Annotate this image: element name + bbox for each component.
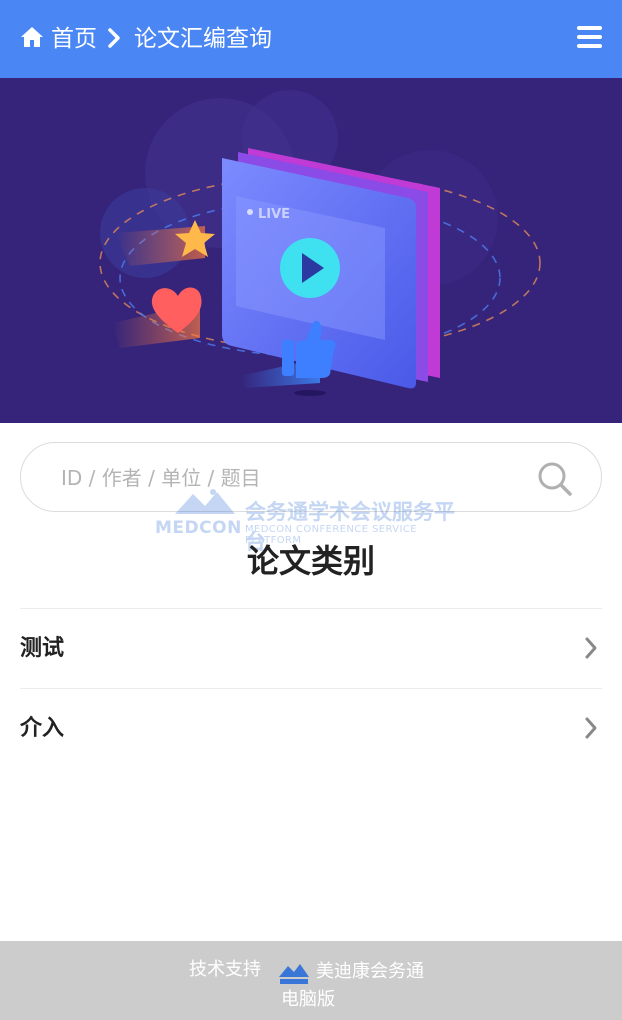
- category-list: 测试 介入: [20, 608, 602, 768]
- live-badge: LIVE: [258, 207, 290, 222]
- footer-support-label: 技术支持: [189, 959, 261, 980]
- category-item[interactable]: 介入: [20, 688, 602, 768]
- desktop-version-link[interactable]: 电脑版: [281, 987, 335, 1013]
- top-nav-bar: 首页 论文汇编查询: [0, 0, 622, 78]
- footer-brand-link[interactable]: 美迪康会务通: [316, 959, 424, 985]
- medcon-logo-icon: [279, 964, 309, 984]
- banner-illustration: LIVE: [99, 90, 541, 396]
- footer: 技术支持 美迪康会务通 电脑版: [0, 941, 622, 1020]
- home-icon[interactable]: [20, 26, 44, 48]
- hamburger-menu-icon[interactable]: [577, 26, 602, 48]
- chevron-right-icon: [585, 637, 597, 659]
- chevron-right-icon: [108, 28, 120, 48]
- category-label: 介入: [20, 716, 65, 741]
- search-icon[interactable]: [537, 461, 573, 497]
- category-item[interactable]: 测试: [20, 608, 602, 688]
- medcon-logo-icon: [175, 489, 235, 514]
- hero-banner: LIVE: [0, 78, 622, 423]
- watermark: MEDCON 会务通学术会议服务平台 MEDCON CONFERENCE SER…: [155, 480, 475, 554]
- chevron-right-icon: [585, 717, 597, 739]
- section-title: 论文类别: [246, 542, 375, 580]
- breadcrumb-home[interactable]: 首页: [51, 22, 97, 56]
- watermark-logo-text: MEDCON: [155, 518, 242, 538]
- category-label: 测试: [20, 636, 65, 661]
- breadcrumb-current-page: 论文汇编查询: [134, 26, 272, 52]
